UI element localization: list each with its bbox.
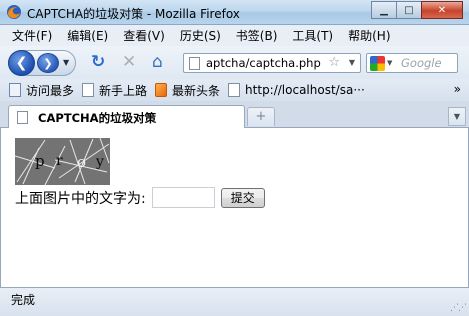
page-icon <box>189 57 200 70</box>
bookmark-label: http://localhost/sa··· <box>245 83 365 97</box>
star-icon[interactable]: ☆ <box>328 55 340 70</box>
menu-tools[interactable]: 工具(T) <box>284 27 340 44</box>
search-input[interactable]: Google <box>401 56 442 70</box>
bookmark-label: 最新头条 <box>172 83 221 98</box>
tab-captcha[interactable]: CAPTCHA的垃圾对策 <box>8 105 245 129</box>
captcha-char: r <box>56 153 63 169</box>
stop-icon[interactable]: ✕ <box>122 54 136 71</box>
rss-icon <box>155 83 168 97</box>
most-visited-icon <box>9 83 21 97</box>
captcha-form: 上面图片中的文字为: 提交 <box>15 187 265 208</box>
address-bar[interactable]: aptcha/captcha.php ☆ ▼ <box>183 53 361 73</box>
captcha-prompt-label: 上面图片中的文字为: <box>15 190 146 207</box>
title-bar: CAPTCHA的垃圾对策 - Mozilla Firefox ▁ □ ✕ <box>0 0 469 25</box>
page-icon <box>17 111 28 124</box>
menu-bar: 文件(F) 编辑(E) 查看(V) 历史(S) 书签(B) 工具(T) 帮助(H… <box>0 25 469 46</box>
submit-button[interactable]: 提交 <box>220 187 265 208</box>
captcha-image: p r o y <box>15 138 110 185</box>
new-tab-button[interactable]: + <box>247 107 275 126</box>
resize-grip-icon[interactable]: ⋰⋰ <box>450 303 467 313</box>
bookmarks-toolbar: 访问最多 新手上路 最新头条 http://localhost/sa··· <box>0 79 469 101</box>
engine-dropdown-icon[interactable]: ▼ <box>387 59 392 67</box>
page-icon <box>82 83 95 97</box>
back-arrow-icon: ❮ <box>15 55 28 71</box>
search-bar[interactable]: ▼ Google <box>366 53 458 73</box>
tab-label: CAPTCHA的垃圾对策 <box>38 111 157 125</box>
bookmark-latest-headlines[interactable]: 最新头条 <box>155 82 220 99</box>
tab-list-button[interactable]: ▼ <box>448 107 466 126</box>
captcha-char: y <box>95 154 104 170</box>
captcha-answer-input[interactable] <box>151 187 215 208</box>
bookmark-label: 新手上路 <box>99 83 148 98</box>
forward-button[interactable]: ❯ <box>37 53 59 73</box>
menu-file[interactable]: 文件(F) <box>4 27 59 44</box>
menu-edit[interactable]: 编辑(E) <box>59 27 115 44</box>
back-button[interactable]: ❮ <box>8 50 35 76</box>
captcha-char: p <box>35 152 45 170</box>
page-icon <box>228 83 241 97</box>
maximize-button[interactable]: □ <box>396 1 422 19</box>
google-icon[interactable] <box>370 56 385 71</box>
menu-history[interactable]: 历史(S) <box>172 27 228 44</box>
bookmarks-overflow-icon[interactable]: » <box>454 82 461 96</box>
history-dropdown-icon[interactable]: ▼ <box>63 58 69 67</box>
captcha-char: o <box>77 153 86 171</box>
bookmark-getting-started[interactable]: 新手上路 <box>82 82 147 99</box>
tab-strip: CAPTCHA的垃圾对策 + ▼ <box>0 101 469 129</box>
bookmark-most-visited[interactable]: 访问最多 <box>9 82 74 99</box>
window-title: CAPTCHA的垃圾对策 - Mozilla Firefox <box>27 7 240 21</box>
page-content: p r o y 上面图片中的文字为: 提交 <box>0 128 469 287</box>
close-button[interactable]: ✕ <box>421 1 463 19</box>
navigation-toolbar: ❮ ❯ ▼ ↻ ✕ ⌂ aptcha/captcha.php ☆ ▼ ▼ Goo… <box>0 46 469 79</box>
menu-view[interactable]: 查看(V) <box>115 27 172 44</box>
firefox-icon <box>7 5 21 19</box>
reload-icon[interactable]: ↻ <box>91 54 105 71</box>
bookmark-localhost[interactable]: http://localhost/sa··· <box>228 83 365 97</box>
window-controls: ▁ □ ✕ <box>371 1 463 19</box>
url-dropdown-icon[interactable]: ▼ <box>349 58 355 67</box>
status-text: 完成 <box>11 293 36 307</box>
back-forward-group: ❮ ❯ ▼ <box>8 50 76 76</box>
minimize-button[interactable]: ▁ <box>371 1 397 19</box>
menu-help[interactable]: 帮助(H) <box>340 27 397 44</box>
menu-bookmarks[interactable]: 书签(B) <box>228 27 285 44</box>
bookmark-label: 访问最多 <box>26 83 75 98</box>
status-bar: 完成 ⋰⋰ <box>0 287 469 316</box>
home-icon[interactable]: ⌂ <box>152 54 163 71</box>
forward-arrow-icon: ❯ <box>43 56 53 70</box>
url-text[interactable]: aptcha/captcha.php <box>206 56 321 70</box>
